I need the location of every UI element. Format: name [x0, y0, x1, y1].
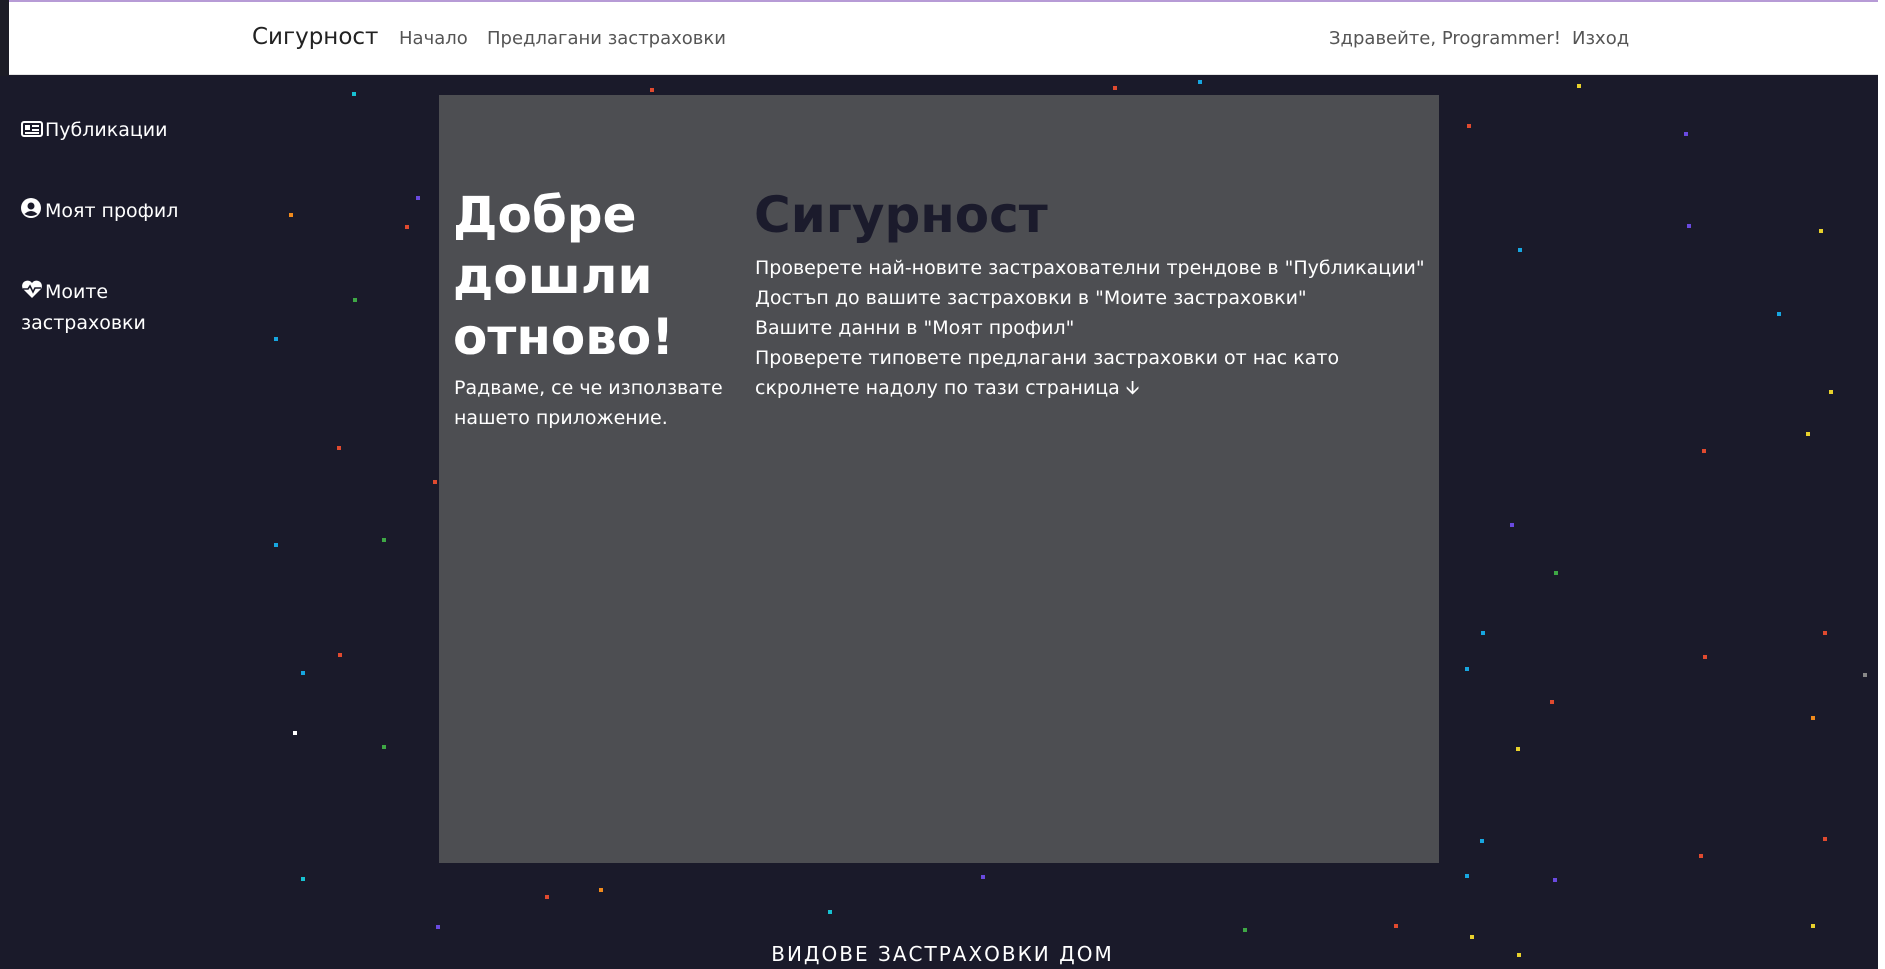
user-greeting-link[interactable]: Здравейте, Programmer! [1329, 28, 1561, 49]
left-edge-strip [0, 0, 9, 76]
welcome-panel: Добре дошли отново! Радваме, се че изпол… [439, 95, 1439, 863]
brand-heading: Сигурност [754, 186, 1048, 244]
feature-line-insurances: Достъп до вашите застраховки в "Моите за… [755, 287, 1307, 309]
welcome-text: Радваме, се че използвате нашето приложе… [454, 377, 723, 429]
scrollbar-track[interactable] [1878, 0, 1885, 969]
top-navbar: Сигурност Начало Предлагани застраховки … [9, 2, 1878, 75]
sidebar-item-publications[interactable]: Публикации [21, 115, 221, 146]
user-circle-icon [21, 197, 45, 227]
feature-list: Проверете най-новите застрахователни тре… [755, 253, 1435, 403]
brand-link[interactable]: Сигурност [252, 24, 378, 50]
newspaper-icon [21, 116, 45, 146]
nav-home-link[interactable]: Начало [399, 28, 468, 49]
section-heading-insurance-types: ВИДОВЕ ЗАСТРАХОВКИ ДОМ [771, 942, 1114, 966]
sidebar-item-label: Моят профил [45, 200, 179, 222]
heart-pulse-icon [21, 278, 45, 308]
feature-line-profile: Вашите данни в "Моят профил" [755, 317, 1075, 339]
sidebar-item-my-profile[interactable]: Моят профил [21, 196, 221, 227]
sidebar-item-my-insurances[interactable]: Моите застраховки [21, 277, 221, 338]
nav-offered-insurances-link[interactable]: Предлагани застраховки [487, 28, 726, 49]
feature-line-scroll-hint: Проверете типовете предлагани застраховк… [755, 347, 1340, 399]
feature-line-publications: Проверете най-новите застрахователни тре… [755, 257, 1425, 279]
logout-link[interactable]: Изход [1572, 28, 1629, 49]
welcome-heading: Добре дошли отново! [453, 186, 675, 366]
sidebar-item-label: Публикации [45, 119, 168, 141]
